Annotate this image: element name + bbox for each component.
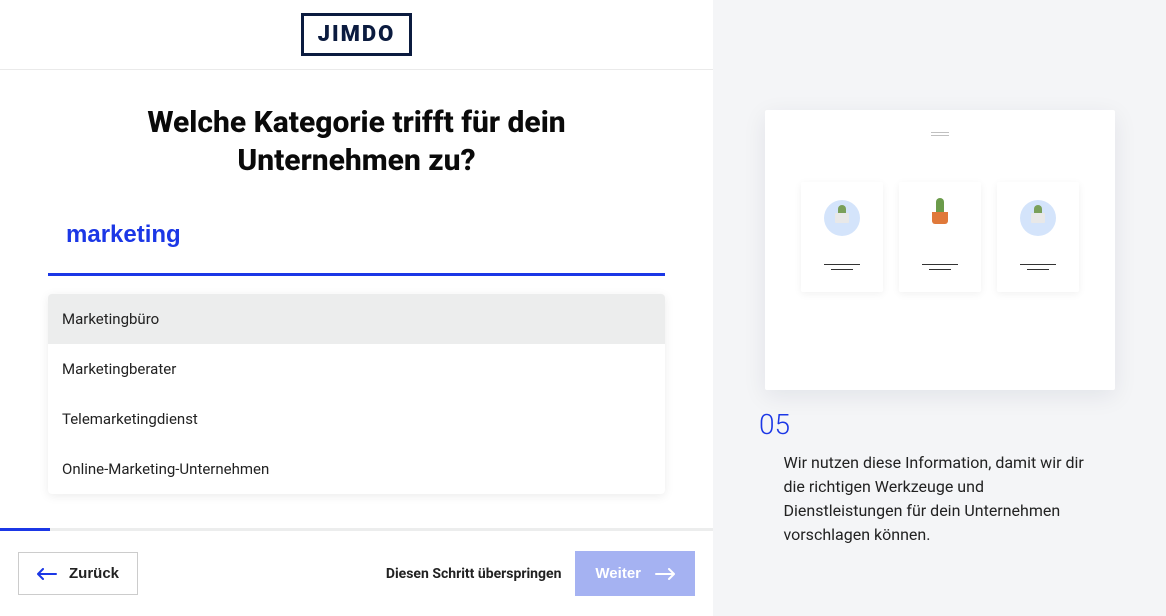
arrow-right-icon (655, 568, 675, 580)
step-number: 05 (759, 408, 1109, 441)
header: JIMDO (0, 0, 713, 70)
autocomplete-option[interactable]: Marketingbüro (48, 294, 665, 344)
hamburger-icon (931, 130, 949, 138)
back-button[interactable]: Zurück (18, 552, 138, 595)
cactus-icon (922, 200, 958, 236)
arrow-left-icon (37, 568, 57, 580)
preview-item (997, 182, 1079, 292)
plant-icon (1020, 200, 1056, 236)
footer-nav: Zurück Diesen Schritt überspringen Weite… (0, 531, 713, 616)
sidebar: 05 Wir nutzen diese Information, damit w… (713, 0, 1166, 616)
category-input-wrapper[interactable] (48, 221, 665, 276)
autocomplete-dropdown: Marketingbüro Marketingberater Telemarke… (48, 294, 665, 494)
preview-item (801, 182, 883, 292)
preview-card (765, 110, 1115, 390)
autocomplete-option[interactable]: Marketingberater (48, 344, 665, 394)
next-button[interactable]: Weiter (575, 551, 695, 596)
preview-item (899, 182, 981, 292)
page-title: Welche Kategorie trifft für dein Unterne… (48, 104, 665, 179)
skip-link[interactable]: Diesen Schritt überspringen (386, 566, 562, 582)
step-description: Wir nutzen diese Information, damit wir … (738, 451, 1142, 547)
autocomplete-option[interactable]: Online-Marketing-Unternehmen (48, 444, 665, 494)
logo: JIMDO (301, 13, 413, 56)
next-button-label: Weiter (595, 565, 641, 582)
autocomplete-option[interactable]: Telemarketingdienst (48, 394, 665, 444)
category-input[interactable] (66, 221, 647, 249)
plant-icon (824, 200, 860, 236)
back-button-label: Zurück (69, 565, 119, 582)
